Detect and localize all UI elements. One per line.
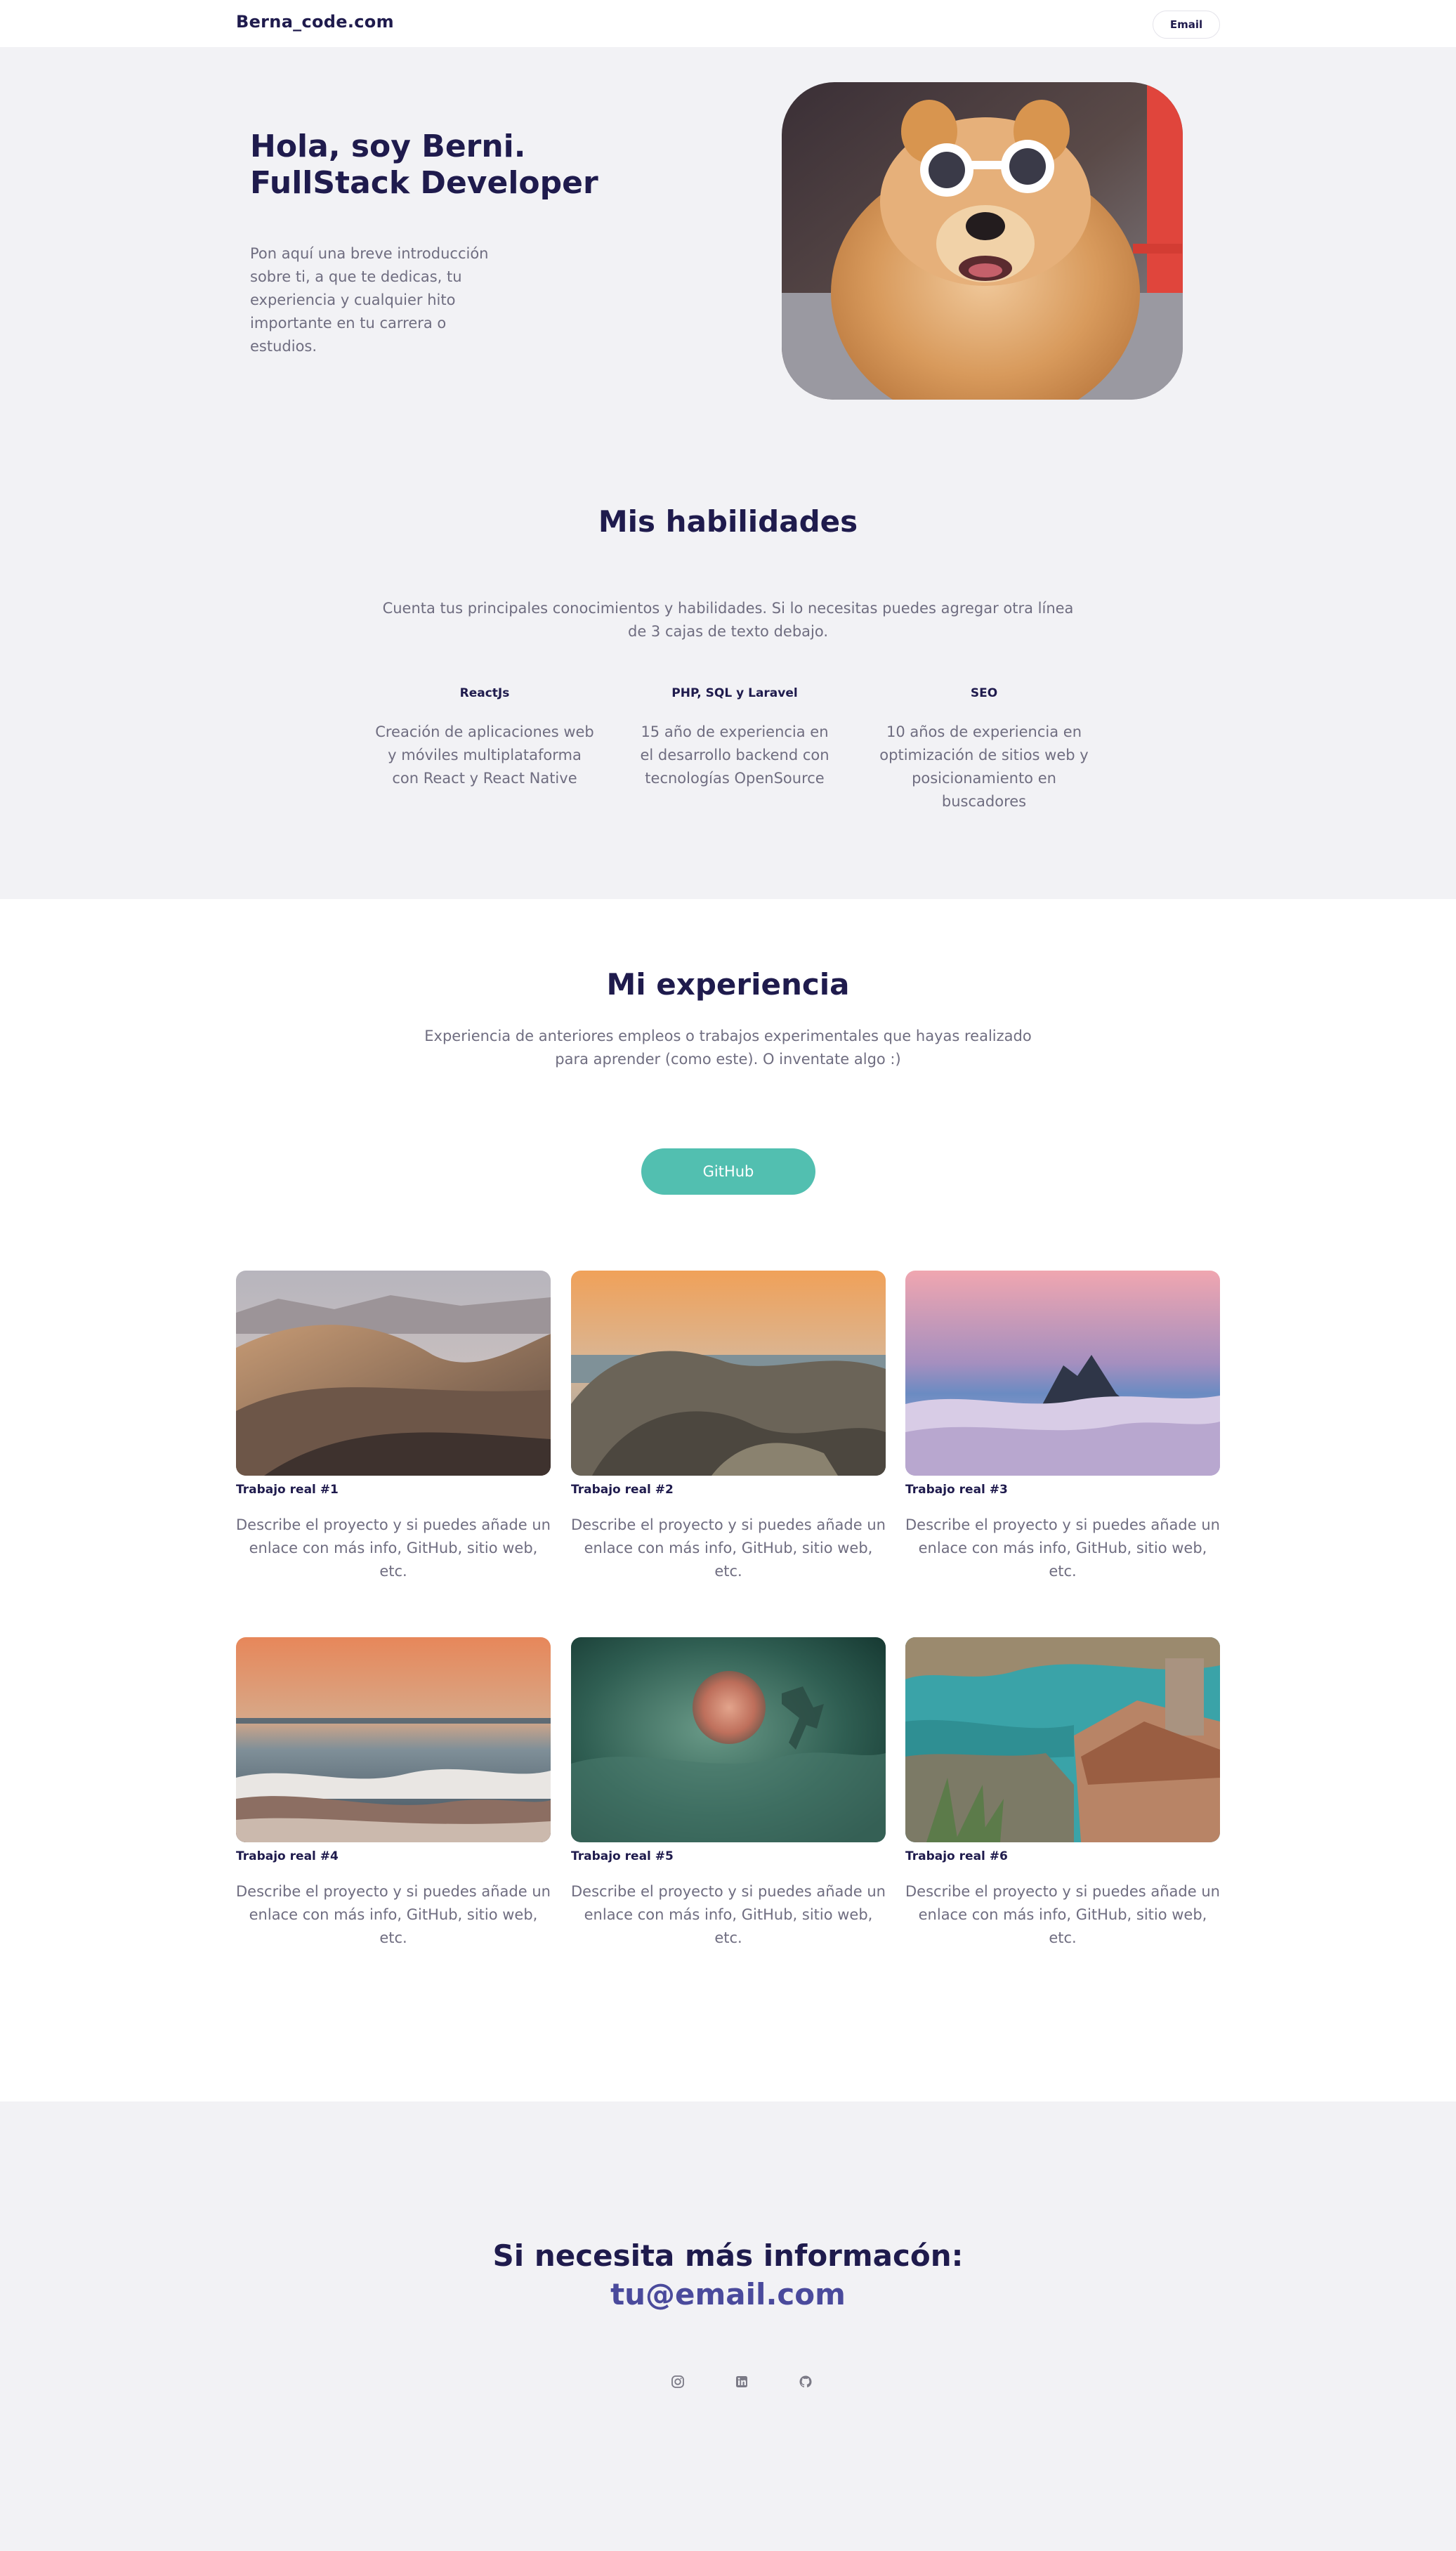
skills-title: Mis habilidades — [598, 504, 858, 539]
instagram-icon[interactable] — [669, 2373, 687, 2391]
contact-section — [0, 2101, 1456, 2551]
skill-text-php: 15 año de experiencia en el desarrollo b… — [640, 723, 829, 787]
hero-title-line1: Hola, soy Berni. — [250, 129, 526, 164]
github-button[interactable]: GitHub — [641, 1148, 815, 1195]
project-image-3[interactable] — [905, 1271, 1220, 1476]
skill-title-seo: SEO — [970, 686, 998, 700]
hero-title: Hola, soy Berni. FullStack Developer — [250, 129, 598, 202]
skill-text-seo: 10 años de experiencia en optimización d… — [879, 723, 1089, 810]
experience-title: Mi experiencia — [606, 967, 850, 1002]
project-text-4: Describe el proyecto y si puedes añade u… — [236, 1883, 551, 1946]
linkedin-icon[interactable] — [733, 2373, 751, 2391]
contact-email-link[interactable]: tu@email.com — [0, 2277, 1456, 2312]
skills-lead: Cuenta tus principales conocimientos y h… — [382, 600, 1074, 640]
hero-title-line2: FullStack Developer — [250, 165, 598, 201]
project-title-1: Trabajo real #1 — [236, 1483, 339, 1497]
skill-title-reactjs: ReactJs — [459, 686, 510, 700]
project-title-4: Trabajo real #4 — [236, 1849, 339, 1863]
hero-dog-photo — [782, 82, 1183, 400]
project-title-3: Trabajo real #3 — [905, 1483, 1008, 1497]
project-image-4[interactable] — [236, 1637, 551, 1842]
project-text-3: Describe el proyecto y si puedes añade u… — [905, 1516, 1220, 1580]
email-button[interactable]: Email — [1153, 11, 1220, 39]
site-header: Berna_code.com Email — [0, 0, 1456, 47]
project-image-1[interactable] — [236, 1271, 551, 1476]
project-image-5[interactable] — [571, 1637, 886, 1842]
project-title-2: Trabajo real #2 — [571, 1483, 674, 1497]
contact-title: Si necesita más informacón: — [492, 2238, 964, 2273]
project-image-2[interactable] — [571, 1271, 886, 1476]
project-text-6: Describe el proyecto y si puedes añade u… — [905, 1883, 1220, 1946]
project-image-6[interactable] — [905, 1637, 1220, 1842]
skill-text-reactjs: Creación de aplicaciones web y móviles m… — [375, 723, 594, 787]
brand-logo[interactable]: Berna_code.com — [236, 12, 394, 32]
project-title-5: Trabajo real #5 — [571, 1849, 674, 1863]
experience-lead: Experiencia de anteriores empleos o trab… — [424, 1028, 1032, 1068]
skill-title-php: PHP, SQL y Laravel — [671, 686, 798, 700]
github-icon[interactable] — [796, 2373, 815, 2391]
project-title-6: Trabajo real #6 — [905, 1849, 1008, 1863]
project-text-2: Describe el proyecto y si puedes añade u… — [571, 1516, 886, 1580]
hero-intro: Pon aquí una breve introducción sobre ti… — [250, 245, 489, 355]
project-text-1: Describe el proyecto y si puedes añade u… — [236, 1516, 551, 1580]
project-text-5: Describe el proyecto y si puedes añade u… — [571, 1883, 886, 1946]
